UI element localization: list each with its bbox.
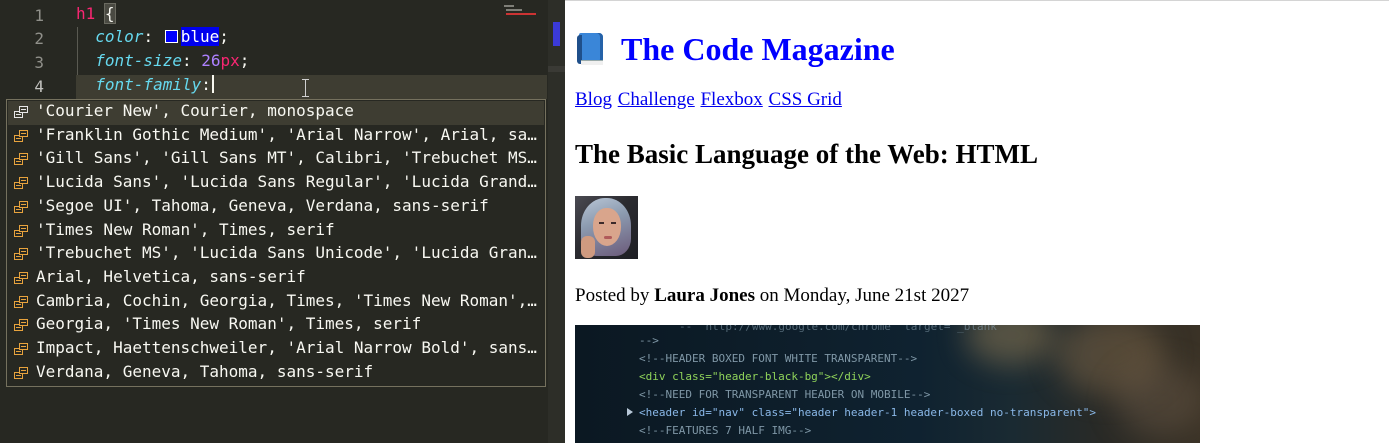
css-property: font-family — [95, 75, 202, 94]
autocomplete-item-label: Arial, Helvetica, sans-serif — [36, 266, 306, 286]
code-line-3[interactable]: font-size: 26px; — [76, 51, 547, 75]
line-number: 3 — [34, 53, 44, 72]
autocomplete-item-label: 'Courier New', Courier, monospace — [36, 101, 354, 120]
nav-link-blog[interactable]: Blog — [575, 89, 612, 110]
autocomplete-item[interactable]: Cambria, Cochin, Georgia, Times, 'Times … — [8, 291, 544, 315]
hero-image: -- http://www.google.com/chrome target="… — [575, 325, 1200, 443]
nav-links: Blog Challenge Flexbox CSS Grid — [575, 88, 843, 112]
hero-code-line: <!--HEADER BOXED FONT WHITE TRANSPARENT-… — [639, 352, 918, 365]
autocomplete-item-label: Cambria, Cochin, Georgia, Times, 'Times … — [36, 290, 540, 310]
line-number: 1 — [34, 6, 44, 25]
hero-code-line: <header id="nav" class="header header-1 … — [639, 406, 1096, 419]
autocomplete-item[interactable]: Georgia, 'Times New Roman', Times, serif — [8, 314, 544, 338]
ibeam-cursor-icon — [301, 79, 310, 97]
article-heading: The Basic Language of the Web: HTML — [575, 139, 1039, 169]
nav-link-challenge[interactable]: Challenge — [618, 89, 695, 110]
autocomplete-item[interactable]: 'Franklin Gothic Medium', 'Arial Narrow'… — [8, 125, 544, 149]
autocomplete-item[interactable]: Arial, Helvetica, sans-serif — [8, 267, 544, 291]
autocomplete-item-label: 'Franklin Gothic Medium', 'Arial Narrow'… — [36, 124, 540, 144]
posted-prefix: Posted by — [575, 285, 650, 306]
line-number-current: 4 — [34, 77, 44, 96]
hero-code-line: --> — [639, 334, 659, 347]
value-snippet-icon — [14, 200, 29, 215]
autocomplete-item[interactable]: 'Lucida Sans', 'Lucida Sans Regular', 'L… — [8, 172, 544, 196]
scrollbar-thumb[interactable] — [553, 22, 560, 46]
autocomplete-item[interactable]: Impact, Haettenschweiler, 'Arial Narrow … — [8, 338, 544, 362]
css-property: color — [95, 27, 144, 46]
value-snippet-icon — [14, 366, 29, 381]
css-selector: h1 — [76, 4, 96, 23]
text-cursor — [211, 75, 214, 93]
value-snippet-icon — [14, 106, 29, 120]
value-snippet-icon — [14, 343, 29, 357]
css-value: blue — [180, 27, 220, 46]
value-snippet-icon — [14, 248, 29, 262]
colon: : — [181, 51, 192, 70]
semicolon: ; — [219, 27, 229, 46]
value-snippet-icon — [14, 271, 29, 286]
css-unit: px — [220, 51, 240, 70]
autocomplete-item-label: 'Segoe UI', Tahoma, Geneva, Verdana, san… — [36, 195, 489, 215]
scrollbar-marker — [548, 66, 565, 72]
author-name: Laura Jones — [654, 285, 756, 306]
value-snippet-icon — [14, 224, 29, 239]
autocomplete-item-label: 'Gill Sans', 'Gill Sans MT', Calibri, 'T… — [36, 148, 540, 168]
autocomplete-item-label: 'Trebuchet MS', 'Lucida Sans Unicode', '… — [36, 243, 540, 263]
minimap[interactable] — [500, 4, 548, 18]
autocomplete-item[interactable]: 'Gill Sans', 'Gill Sans MT', Calibri, 'T… — [8, 148, 544, 172]
colon: : — [201, 75, 211, 94]
semicolon: ; — [239, 51, 250, 70]
posted-date: on Monday, June 21st 2027 — [759, 285, 970, 306]
page-title-text: The Code Magazine — [621, 31, 895, 67]
autocomplete-item[interactable]: 'Times New Roman', Times, serif — [8, 220, 544, 244]
autocomplete-item[interactable]: 'Trebuchet MS', 'Lucida Sans Unicode', '… — [8, 243, 544, 267]
css-property: font-size — [95, 51, 182, 70]
autocomplete-item-label: 'Times New Roman', Times, serif — [36, 219, 335, 239]
code-line-1[interactable]: h1 { — [76, 3, 547, 28]
author-avatar — [575, 196, 638, 259]
autocomplete-item-label: Georgia, 'Times New Roman', Times, serif — [36, 314, 422, 334]
value-snippet-icon — [14, 177, 29, 191]
nav-link-css-grid[interactable]: CSS Grid — [769, 89, 842, 110]
open-brace: { — [103, 3, 116, 24]
nav-link-flexbox[interactable]: Flexbox — [700, 89, 762, 110]
expand-arrow-icon — [627, 408, 633, 416]
color-swatch-icon[interactable] — [164, 30, 178, 43]
post-meta: Posted by Laura Jones on Monday, June 21… — [575, 284, 969, 308]
autocomplete-item[interactable]: Verdana, Geneva, Tahoma, sans-serif — [8, 362, 544, 386]
autocomplete-item[interactable]: 'Segoe UI', Tahoma, Geneva, Verdana, san… — [8, 196, 544, 220]
page-title: The Code Magazine — [577, 29, 895, 69]
hero-code-line: -- http://www.google.com/chrome target="… — [679, 325, 1004, 333]
hero-code-line: <!--NEED FOR TRANSPARENT HEADER ON MOBIL… — [639, 388, 931, 401]
browser-preview[interactable]: The Code Magazine Blog Challenge Flexbox… — [565, 0, 1389, 443]
vertical-scrollbar[interactable] — [548, 0, 565, 443]
autocomplete-item-label: 'Lucida Sans', 'Lucida Sans Regular', 'L… — [36, 172, 540, 192]
code-editor[interactable]: 1 2 3 4 h1 { color: blue; font-size: 26p… — [0, 0, 565, 443]
autocomplete-item-label: Impact, Haettenschweiler, 'Arial Narrow … — [36, 338, 540, 357]
css-number: 26 — [201, 51, 221, 70]
value-snippet-icon — [14, 153, 29, 167]
value-snippet-icon — [14, 319, 29, 333]
autocomplete-item-label: Verdana, Geneva, Tahoma, sans-serif — [36, 361, 374, 381]
code-line-4[interactable]: font-family: — [76, 75, 547, 99]
book-icon — [577, 33, 605, 65]
hero-code-line: <div class="header-black-bg"></div> — [639, 370, 871, 383]
autocomplete-popup[interactable]: 'Courier New', Courier, monospace 'Frankl… — [6, 99, 546, 387]
colon: : — [143, 27, 154, 46]
hero-code-line: <!--FEATURES 7 HALF IMG--> — [639, 424, 812, 437]
line-number: 2 — [34, 29, 44, 48]
value-snippet-icon — [14, 295, 29, 310]
autocomplete-item[interactable]: 'Courier New', Courier, monospace — [8, 101, 544, 125]
code-line-2[interactable]: color: blue; — [76, 27, 547, 51]
value-snippet-icon — [14, 129, 29, 144]
